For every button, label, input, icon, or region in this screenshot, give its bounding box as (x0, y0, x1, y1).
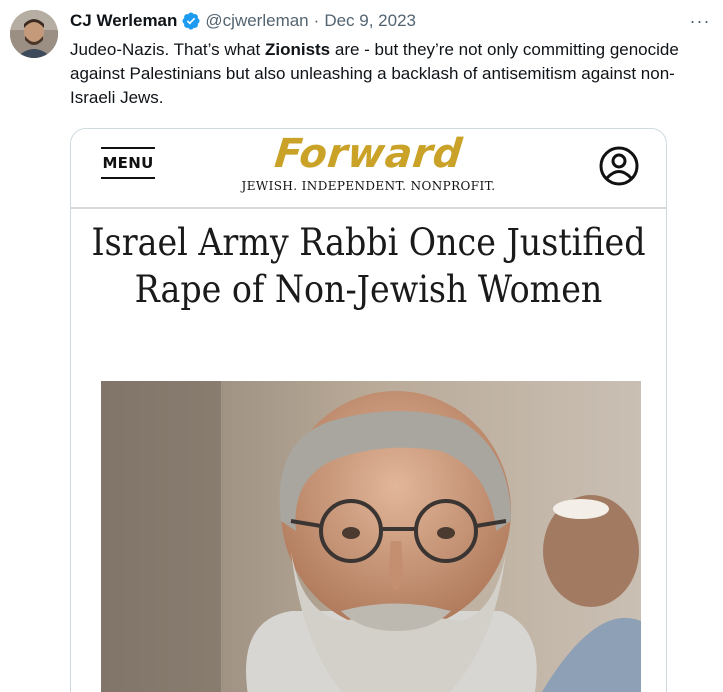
article-photo (101, 381, 641, 692)
forward-masthead: MENU Forward JEWISH. INDEPENDENT. NONPRO… (71, 129, 666, 209)
tweet: CJ Werleman @cjwerleman · Dec 9, 2023 ··… (0, 0, 723, 692)
separator-dot: · (313, 11, 320, 30)
tweet-date[interactable]: Dec 9, 2023 (324, 11, 416, 31)
tweet-body: CJ Werleman @cjwerleman · Dec 9, 2023 ··… (70, 10, 711, 110)
author-name[interactable]: CJ Werleman (70, 11, 177, 31)
more-icon[interactable]: ··· (689, 10, 711, 32)
avatar[interactable] (10, 10, 58, 58)
article-headline: Israel Army Rabbi Once Justified Rape of… (91, 221, 646, 311)
tweet-text: Judeo-Nazis. That’s what Zionists are - … (70, 38, 690, 110)
media-card[interactable]: MENU Forward JEWISH. INDEPENDENT. NONPRO… (70, 128, 667, 692)
tweet-header: CJ Werleman @cjwerleman · Dec 9, 2023 (70, 10, 711, 32)
verified-badge-icon (181, 11, 201, 31)
forward-tagline: JEWISH. INDEPENDENT. NONPROFIT. (241, 179, 496, 193)
author-handle[interactable]: @cjwerleman (205, 11, 308, 31)
account-icon (598, 145, 640, 187)
forward-logo: Forward (272, 131, 465, 177)
tweet-text-part1: Judeo-Nazis. That’s what (70, 40, 265, 59)
tweet-text-bold: Zionists (264, 40, 331, 59)
